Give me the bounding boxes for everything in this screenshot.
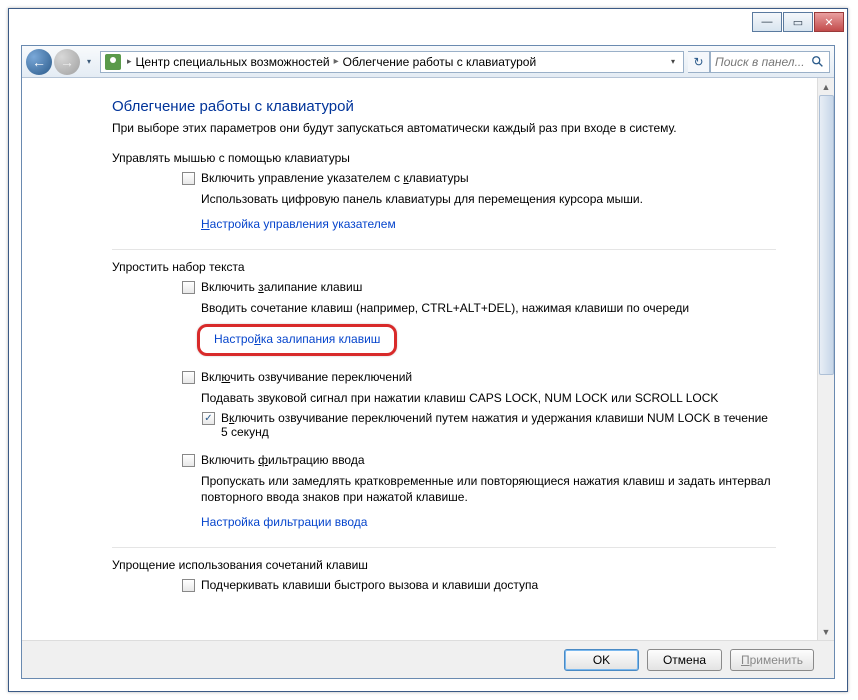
address-dropdown-icon[interactable]: ▾ bbox=[667, 57, 679, 66]
scroll-thumb[interactable] bbox=[819, 95, 834, 375]
nav-history-dropdown[interactable]: ▾ bbox=[82, 49, 96, 75]
checkbox-label: Включить фильтрацию ввода bbox=[201, 453, 365, 467]
checkbox-toggle-keys[interactable] bbox=[182, 371, 195, 384]
option-description: Подавать звуковой сигнал при нажатии кла… bbox=[201, 390, 776, 406]
checkbox-underline-shortcuts[interactable] bbox=[182, 579, 195, 592]
link-sticky-keys-settings[interactable]: Настройка залипания клавиш bbox=[214, 332, 380, 346]
close-button[interactable]: ✕ bbox=[814, 12, 844, 32]
breadcrumb-item-2[interactable]: Облегчение работы с клавиатурой bbox=[343, 55, 537, 69]
section-mouse-keys: Управлять мышью с помощью клавиатуры Вкл… bbox=[112, 151, 776, 250]
page-title: Облегчение работы с клавиатурой bbox=[112, 98, 776, 115]
maximize-button[interactable]: ▭ bbox=[783, 12, 813, 32]
page-content: Облегчение работы с клавиатурой При выбо… bbox=[22, 78, 816, 640]
content-area: ▲ ▼ Облегчение работы с клавиатурой При … bbox=[22, 78, 834, 640]
address-bar[interactable]: ▸ Центр специальных возможностей ▸ Облег… bbox=[100, 51, 684, 73]
window-frame: ← → ▾ ▸ Центр специальных возможностей ▸… bbox=[21, 45, 835, 679]
section-title: Управлять мышью с помощью клавиатуры bbox=[112, 151, 776, 165]
ok-button[interactable]: OK bbox=[564, 649, 639, 671]
search-input[interactable]: Поиск в панел... bbox=[710, 51, 830, 73]
search-icon bbox=[811, 55, 825, 69]
option-enable-mouse-keys[interactable]: Включить управление указателем с клавиат… bbox=[182, 171, 776, 185]
option-toggle-keys-numlock[interactable]: Включить озвучивание переключений путем … bbox=[202, 411, 776, 439]
option-sticky-keys[interactable]: Включить залипание клавиш bbox=[182, 280, 776, 294]
link-mouse-keys-settings[interactable]: Настройка управления указателем bbox=[201, 217, 396, 231]
option-description: Использовать цифровую панель клавиатуры … bbox=[201, 191, 776, 207]
ease-of-access-icon bbox=[105, 54, 121, 70]
nav-forward-button[interactable]: → bbox=[54, 49, 80, 75]
section-shortcuts: Упрощение использования сочетаний клавиш… bbox=[112, 558, 776, 610]
checkbox-filter-keys[interactable] bbox=[182, 454, 195, 467]
section-title: Упрощение использования сочетаний клавиш bbox=[112, 558, 776, 572]
checkbox-label: Включить озвучивание переключений путем … bbox=[221, 411, 776, 439]
navbar: ← → ▾ ▸ Центр специальных возможностей ▸… bbox=[22, 46, 834, 78]
dialog-footer: OK Отмена Применить bbox=[22, 640, 834, 678]
checkbox-mouse-keys[interactable] bbox=[182, 172, 195, 185]
option-description: Пропускать или замедлять кратковременные… bbox=[201, 473, 776, 505]
checkbox-sticky-keys[interactable] bbox=[182, 281, 195, 294]
scroll-up-button[interactable]: ▲ bbox=[818, 78, 834, 95]
breadcrumb-item-1[interactable]: Центр специальных возможностей bbox=[136, 55, 330, 69]
option-underline-shortcuts[interactable]: Подчеркивать клавиши быстрого вызова и к… bbox=[182, 578, 776, 592]
option-toggle-keys[interactable]: Включить озвучивание переключений bbox=[182, 370, 776, 384]
scroll-down-button[interactable]: ▼ bbox=[818, 623, 834, 640]
checkbox-toggle-keys-numlock[interactable] bbox=[202, 412, 215, 425]
nav-back-button[interactable]: ← bbox=[26, 49, 52, 75]
search-placeholder: Поиск в панел... bbox=[715, 55, 805, 69]
refresh-button[interactable]: ↻ bbox=[688, 51, 710, 73]
section-simplify-typing: Упростить набор текста Включить залипани… bbox=[112, 260, 776, 548]
apply-button[interactable]: Применить bbox=[730, 649, 814, 671]
cancel-button[interactable]: Отмена bbox=[647, 649, 722, 671]
page-subtitle: При выборе этих параметров они будут зап… bbox=[112, 121, 776, 135]
checkbox-label: Включить озвучивание переключений bbox=[201, 370, 412, 384]
section-title: Упростить набор текста bbox=[112, 260, 776, 274]
minimize-button[interactable]: — bbox=[752, 12, 782, 32]
checkbox-label: Подчеркивать клавиши быстрого вызова и к… bbox=[201, 578, 538, 592]
highlighted-link: Настройка залипания клавиш bbox=[197, 324, 397, 356]
link-filter-keys-settings[interactable]: Настройка фильтрации ввода bbox=[201, 515, 367, 529]
checkbox-label: Включить залипание клавиш bbox=[201, 280, 362, 294]
option-description: Вводить сочетание клавиш (например, CTRL… bbox=[201, 300, 776, 316]
breadcrumb-sep: ▸ bbox=[127, 56, 132, 67]
option-filter-keys[interactable]: Включить фильтрацию ввода bbox=[182, 453, 776, 467]
titlebar-controls: — ▭ ✕ bbox=[751, 12, 844, 32]
checkbox-label: Включить управление указателем с клавиат… bbox=[201, 171, 469, 185]
scrollbar[interactable]: ▲ ▼ bbox=[817, 78, 834, 640]
window: — ▭ ✕ ← → ▾ ▸ Центр специальных возможно… bbox=[8, 8, 848, 692]
breadcrumb-sep: ▸ bbox=[334, 56, 339, 67]
